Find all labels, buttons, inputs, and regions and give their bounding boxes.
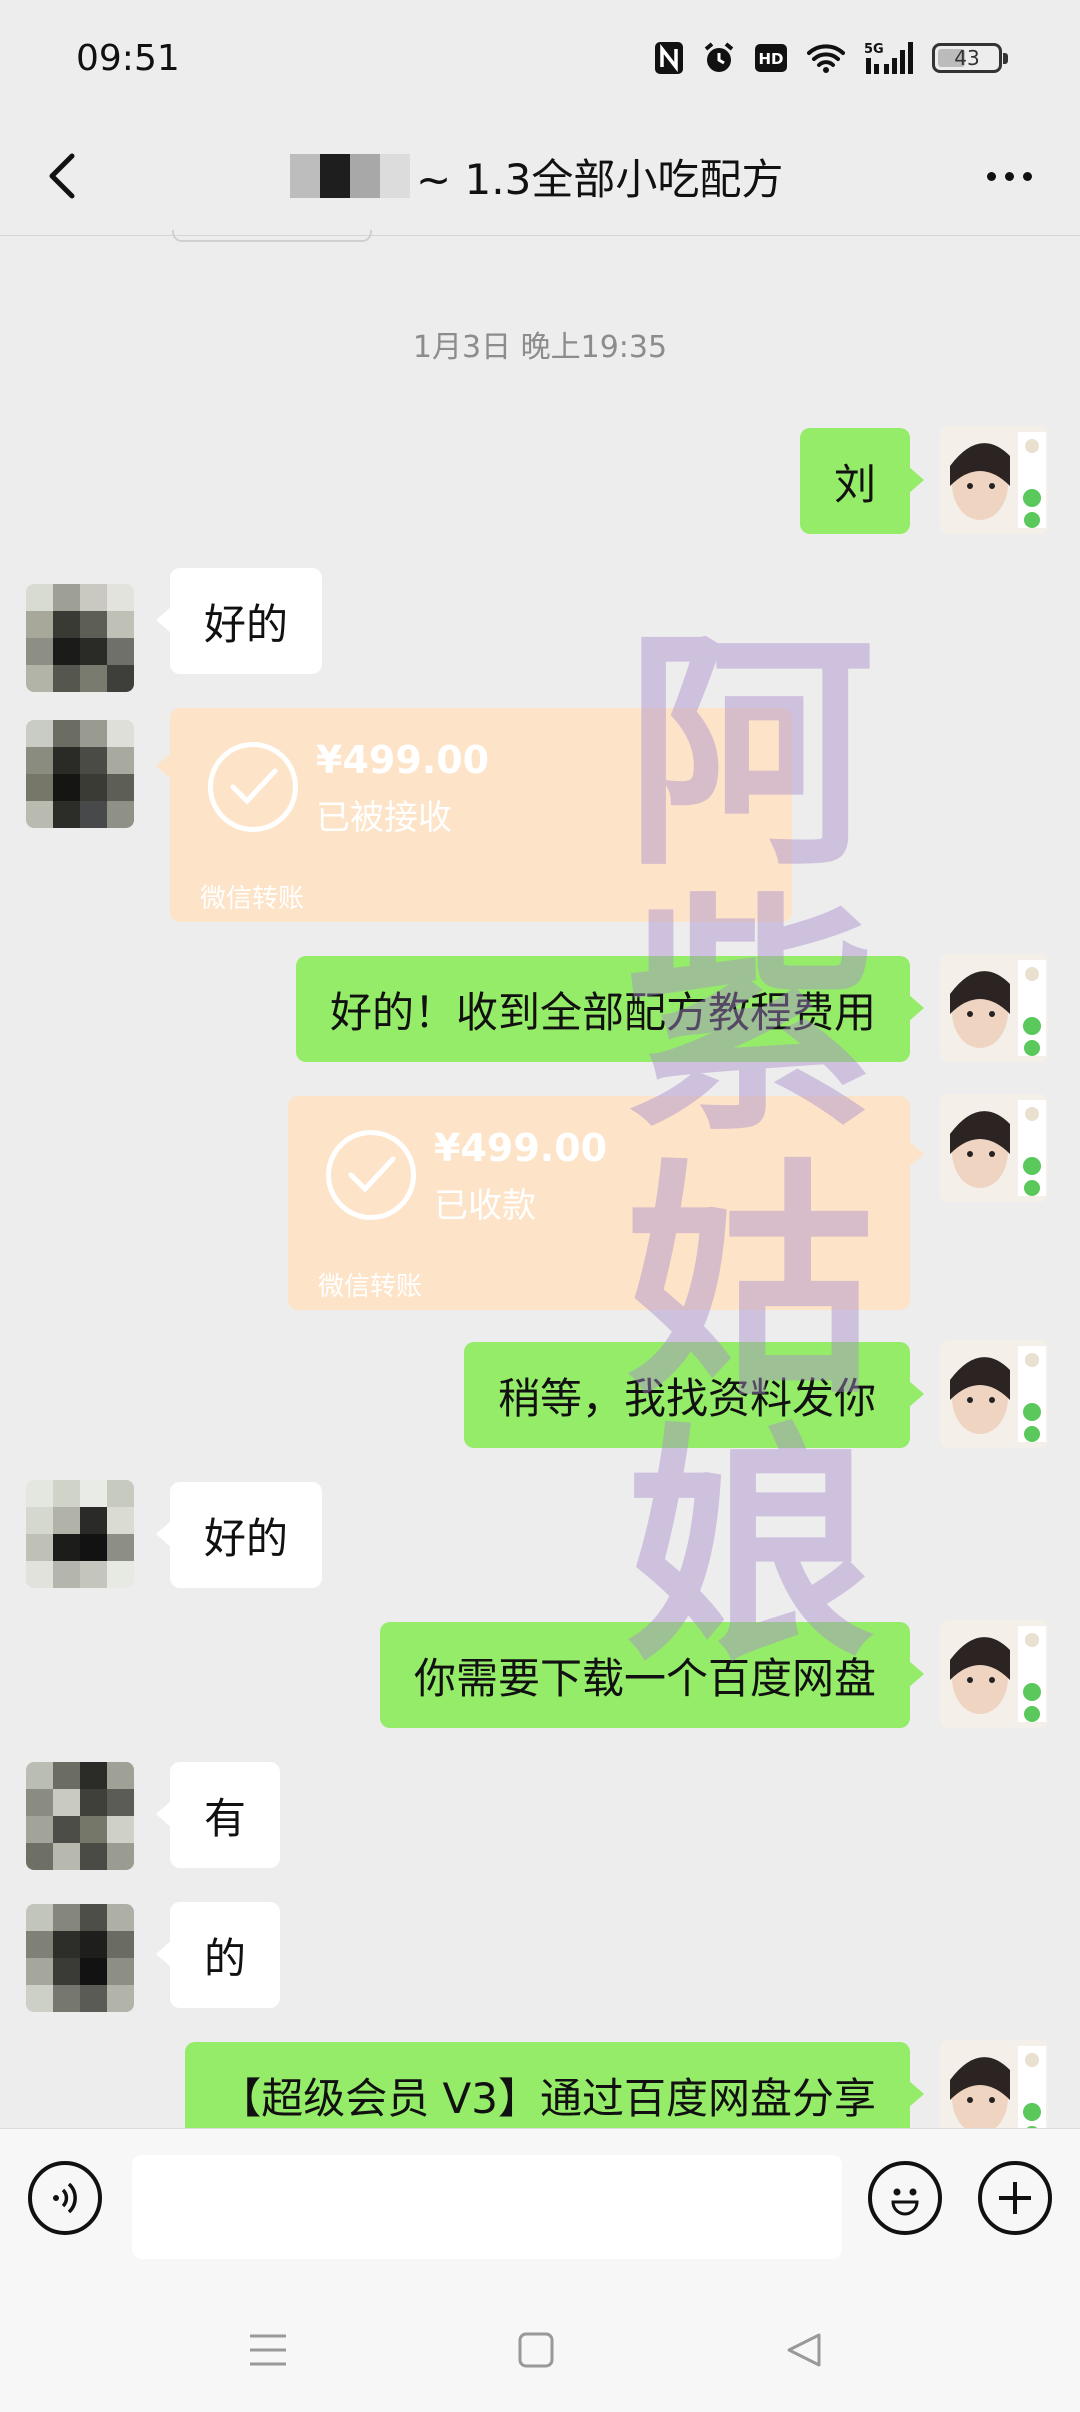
chat-title-text: ~ 1.3全部小吃配方 xyxy=(416,154,784,204)
my-avatar[interactable] xyxy=(940,1620,1048,1728)
nfc-icon xyxy=(654,41,684,75)
chat-title: ~ 1.3全部小吃配方 xyxy=(260,144,783,208)
status-time: 09:51 xyxy=(76,38,180,79)
message-text: 好的！收到全部配方教程费用 xyxy=(329,987,876,1037)
my-avatar[interactable] xyxy=(940,1340,1048,1448)
plus-icon xyxy=(999,2182,1031,2214)
5g-signal-icon: 5G xyxy=(864,40,914,76)
message-text: 稍等，我找资料发你 xyxy=(497,1373,876,1423)
message-text: 好的 xyxy=(204,1513,289,1563)
network-label: 5G xyxy=(864,42,884,57)
alarm-icon xyxy=(702,41,736,75)
transfer-amount: ¥499.00 xyxy=(316,738,490,782)
back-nav-button[interactable] xyxy=(774,2320,834,2380)
contact-message-bubble[interactable]: 好的 xyxy=(155,1482,323,1588)
transfer-status: 已被接收 xyxy=(316,798,452,838)
my-avatar[interactable] xyxy=(940,1094,1048,1202)
contact-avatar[interactable] xyxy=(26,1904,134,2012)
my-message-bubble[interactable]: 刘 xyxy=(799,428,925,534)
message-text: 好的 xyxy=(204,599,289,649)
battery-icon: 43 xyxy=(932,43,1008,73)
my-message-bubble[interactable]: 你需要下载一个百度网盘 xyxy=(379,1622,925,1728)
voice-icon xyxy=(53,2182,77,2214)
message-text: 【超级会员 V3】通过百度网盘分享 xyxy=(219,2073,876,2123)
contact-avatar[interactable] xyxy=(26,584,134,692)
svg-text:HD: HD xyxy=(758,50,783,68)
emoji-icon xyxy=(891,2188,919,2216)
contact-message-bubble[interactable]: 好的 xyxy=(155,568,323,674)
my-avatar[interactable] xyxy=(940,426,1048,534)
more-button[interactable] xyxy=(974,144,1044,208)
contact-message-bubble[interactable]: 的 xyxy=(155,1902,281,2008)
chat-header: ~ 1.3全部小吃配方 xyxy=(0,120,1080,236)
more-dots-icon xyxy=(986,171,1032,181)
message-text: 你需要下载一个百度网盘 xyxy=(413,1653,876,1703)
status-icons: HD 5G 43 xyxy=(654,40,1008,76)
transfer-card-collected[interactable]: ¥499.00 已收款 微信转账 xyxy=(288,1096,924,1310)
home-nav-button[interactable] xyxy=(506,2320,566,2380)
transfer-card-received[interactable]: ¥499.00 已被接收 微信转账 xyxy=(156,708,792,922)
my-message-bubble[interactable]: 好的！收到全部配方教程费用 xyxy=(295,956,925,1062)
previous-message-edge xyxy=(172,230,372,242)
transfer-label: 微信转账 xyxy=(200,884,305,914)
my-message-bubble[interactable]: 稍等，我找资料发你 xyxy=(463,1342,925,1448)
transfer-label: 微信转账 xyxy=(318,1272,423,1302)
message-text: 的 xyxy=(204,1933,247,1983)
chevron-left-icon xyxy=(49,153,75,199)
home-square-icon xyxy=(518,2332,554,2368)
add-button[interactable] xyxy=(978,2161,1052,2235)
contact-avatar[interactable] xyxy=(26,1480,134,1588)
message-text: 有 xyxy=(204,1793,247,1843)
battery-level: 43 xyxy=(954,46,980,70)
menu-icon xyxy=(250,2334,286,2366)
wifi-icon xyxy=(806,42,846,74)
chat-timestamp: 1月3日 晚上19:35 xyxy=(412,330,668,365)
contact-avatar[interactable] xyxy=(26,1762,134,1870)
transfer-status: 已收款 xyxy=(434,1186,536,1226)
input-bar xyxy=(0,2128,1080,2284)
check-circle-icon xyxy=(326,1130,416,1220)
check-circle-icon xyxy=(208,742,298,832)
contact-avatar[interactable] xyxy=(26,720,134,828)
contact-message-bubble[interactable]: 有 xyxy=(155,1762,281,1868)
emoji-button[interactable] xyxy=(868,2161,942,2235)
menu-nav-button[interactable] xyxy=(238,2320,298,2380)
status-bar: 09:51 HD 5G 43 xyxy=(0,0,1080,120)
system-nav-bar xyxy=(0,2284,1080,2412)
back-triangle-icon xyxy=(787,2333,821,2367)
blurred-contact-name xyxy=(260,154,410,198)
message-input[interactable] xyxy=(132,2155,842,2259)
message-text: 刘 xyxy=(833,459,876,509)
my-avatar[interactable] xyxy=(940,954,1048,1062)
voice-button[interactable] xyxy=(28,2161,102,2235)
transfer-amount: ¥499.00 xyxy=(434,1126,608,1170)
hd-icon: HD xyxy=(754,43,788,73)
back-button[interactable] xyxy=(36,144,100,208)
